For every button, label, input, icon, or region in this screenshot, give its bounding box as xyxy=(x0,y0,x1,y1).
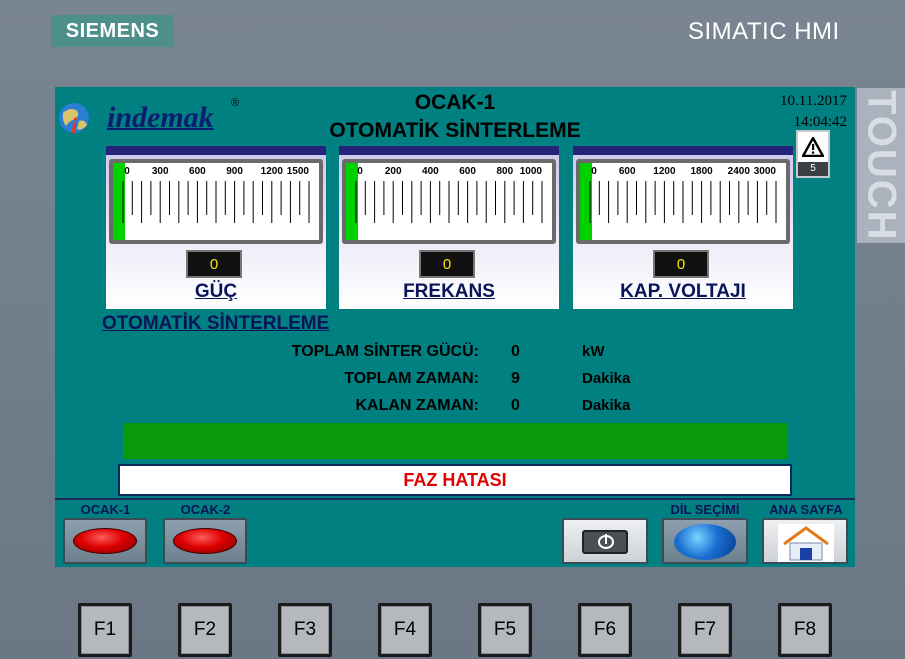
gauge-tick-label: 800 xyxy=(496,166,513,177)
gauge-tick-label: 0 xyxy=(591,166,597,177)
f6-key-label: F6 xyxy=(581,606,629,654)
time-display: 14:04:42 xyxy=(793,114,847,130)
gauge-tick-label: 1800 xyxy=(690,166,713,177)
f4-key[interactable]: F4 xyxy=(378,603,432,657)
f8-key[interactable]: F8 xyxy=(778,603,832,657)
f3-key-label: F3 xyxy=(281,606,329,654)
f8-key-label: F8 xyxy=(781,606,829,654)
date-display: 10.11.2017 xyxy=(780,93,847,109)
furnace1-button[interactable] xyxy=(63,518,147,564)
home-button[interactable] xyxy=(762,518,848,564)
voltage-label: KAP. VOLTAJI xyxy=(620,281,746,302)
gauge-tick-label: 0 xyxy=(357,166,363,177)
power-button[interactable] xyxy=(562,518,648,564)
status-message: FAZ HATASI xyxy=(118,464,792,496)
sinter-progress-bar xyxy=(123,423,788,459)
siemens-logo: SIEMENS xyxy=(51,15,174,47)
total-sinter-power-label: TOPLAM SİNTER GÜCÜ: xyxy=(291,343,479,360)
remaining-time-value: 0 xyxy=(511,397,520,414)
globe-icon xyxy=(674,524,736,560)
page-subtitle: OTOMATİK SİNTERLEME xyxy=(329,119,581,142)
f5-key[interactable]: F5 xyxy=(478,603,532,657)
gauge-tick-label: 2400 xyxy=(728,166,751,177)
gauge-tick-label: 300 xyxy=(152,166,169,177)
f2-key-label: F2 xyxy=(181,606,229,654)
red-indicator-icon xyxy=(173,528,237,554)
power-icon xyxy=(582,530,628,554)
total-time-unit: Dakika xyxy=(582,370,631,387)
remaining-time-unit: Dakika xyxy=(582,397,631,414)
alarm-indicator-button[interactable]: 5 xyxy=(796,130,830,178)
power-gauge-scale: 0 300 600 900 1200 1500 xyxy=(122,166,310,223)
total-time-label: TOPLAM ZAMAN: xyxy=(344,370,479,387)
gauge-tick-label: 600 xyxy=(619,166,636,177)
frequency-gauge-scale: 0 200 400 600 800 1000 xyxy=(355,166,543,223)
furnace2-button[interactable] xyxy=(163,518,247,564)
touch-label: TOUCH xyxy=(857,88,905,243)
language-button[interactable] xyxy=(662,518,748,564)
hmi-screen: i indemak ® OCAK-1 OTOMATİK SİNTERLEME 1… xyxy=(55,87,855,567)
gauge-tick-label: 3000 xyxy=(754,166,777,177)
power-gauge: 0 300 600 900 1200 1500 0 GÜÇ xyxy=(106,146,326,309)
gauge-tick-label: 200 xyxy=(385,166,402,177)
gauge-tick-label: 600 xyxy=(189,166,206,177)
language-caption: DİL SEÇİMİ xyxy=(670,502,740,517)
gauge-tick-label: 1200 xyxy=(653,166,676,177)
total-time-value: 9 xyxy=(511,370,520,387)
furnace1-caption: OCAK-1 xyxy=(80,502,131,517)
gauge-tick-label: 900 xyxy=(226,166,243,177)
home-icon xyxy=(778,524,834,562)
f1-key-label: F1 xyxy=(81,606,129,654)
gauge-tick-label: 0 xyxy=(124,166,130,177)
f7-key-label: F7 xyxy=(681,606,729,654)
f5-key-label: F5 xyxy=(481,606,529,654)
warning-icon xyxy=(798,132,828,162)
f7-key[interactable]: F7 xyxy=(678,603,732,657)
gauge-tick-label: 400 xyxy=(422,166,439,177)
f1-key[interactable]: F1 xyxy=(78,603,132,657)
voltage-value: 0 xyxy=(653,250,709,278)
section-title: OTOMATİK SİNTERLEME xyxy=(102,313,330,334)
remaining-time-label: KALAN ZAMAN: xyxy=(355,397,479,414)
red-indicator-icon xyxy=(73,528,137,554)
gauge-tick-label: 1000 xyxy=(520,166,543,177)
frequency-label: FREKANS xyxy=(403,281,495,302)
frequency-value: 0 xyxy=(419,250,475,278)
f3-key[interactable]: F3 xyxy=(278,603,332,657)
frequency-gauge: 0 200 400 600 800 1000 0 FREKANS xyxy=(339,146,559,309)
power-value: 0 xyxy=(186,250,242,278)
home-caption: ANA SAYFA xyxy=(769,502,843,517)
gauge-tick-label: 1500 xyxy=(287,166,310,177)
f2-key[interactable]: F2 xyxy=(178,603,232,657)
furnace2-caption: OCAK-2 xyxy=(180,502,231,517)
f4-key-label: F4 xyxy=(381,606,429,654)
panel-model-label: SIMATIC HMI xyxy=(688,18,840,45)
voltage-gauge: 0 600 1200 1800 2400 3000 0 KAP. VOLTAJI xyxy=(573,146,793,309)
page-title: OCAK-1 xyxy=(414,91,496,114)
alarm-count: 5 xyxy=(810,163,816,174)
gauge-tick-label: 1200 xyxy=(261,166,284,177)
navigation-bar: OCAK-1 OCAK-2 DİL SEÇİMİ ANA SAYFA xyxy=(55,498,855,567)
voltage-gauge-scale: 0 600 1200 1800 2400 3000 xyxy=(589,166,777,223)
gauge-tick-label: 600 xyxy=(459,166,476,177)
total-sinter-power-value: 0 xyxy=(511,343,520,360)
power-label: GÜÇ xyxy=(194,281,238,302)
f6-key[interactable]: F6 xyxy=(578,603,632,657)
total-sinter-power-unit: kW xyxy=(582,343,605,360)
